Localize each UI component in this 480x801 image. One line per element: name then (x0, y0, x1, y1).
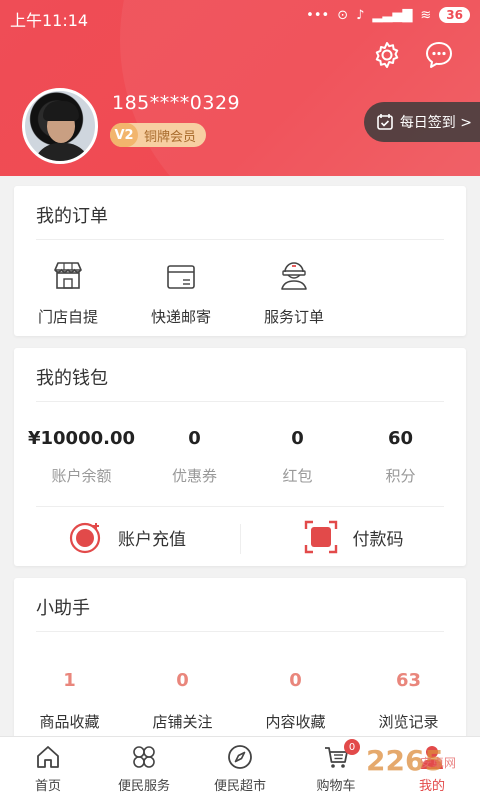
site-watermark-subtext: 安卓网 (420, 756, 457, 770)
service-icon (281, 262, 307, 290)
helper-stat-value: 0 (176, 670, 189, 691)
orders-card: 我的订单 门店自提 快递邮寄 服务订单 (14, 186, 466, 336)
order-item-label: 服务订单 (263, 308, 324, 326)
user-phone: 185****0329 (112, 92, 241, 114)
alarm-icon: ⊙ (337, 7, 349, 23)
cart-badge: 0 (344, 739, 360, 755)
wallet-stat-label: 优惠券 (171, 467, 217, 485)
wallet-title[interactable]: 我的钱包 (36, 364, 108, 390)
helper-card: 小助手 1 商品收藏 0 店铺关注 0 内容收藏 63 浏览记录 (14, 578, 466, 748)
helper-stat-value: 0 (289, 670, 302, 691)
helper-stat-value: 63 (395, 670, 422, 691)
wallet-stat-value: ¥10000.00 (27, 428, 136, 449)
paycode-label: 付款码 (352, 529, 404, 550)
paycode-button[interactable]: 付款码 (240, 508, 466, 566)
package-icon (167, 265, 195, 289)
divider (36, 631, 444, 632)
more-dots-icon: ••• (306, 7, 330, 23)
order-item-pickup[interactable]: 门店自提 (13, 258, 123, 327)
wallet-stat-redpackets[interactable]: 0 红包 (241, 428, 354, 486)
status-icons: ••• ⊙ ♪ ▂▃▅▇ ≋ 36 (306, 7, 470, 23)
wallet-stat-label: 积分 (385, 467, 416, 485)
header-actions (372, 40, 454, 70)
helper-stat-value: 1 (63, 670, 76, 691)
wallet-stat-value: 0 (291, 428, 304, 449)
member-label: 铜牌会员 (144, 129, 197, 145)
tab-label: 便民超市 (213, 779, 266, 794)
grid-icon (133, 746, 155, 768)
mute-icon: ♪ (356, 7, 365, 23)
helper-stat-followed-stores[interactable]: 0 店铺关注 (126, 670, 239, 732)
tab-home[interactable]: 首页 (0, 737, 96, 801)
wallet-actions: 账户充值 付款码 (14, 508, 466, 566)
paycode-icon (304, 520, 337, 554)
helper-stat-label: 内容收藏 (265, 713, 326, 731)
orders-title[interactable]: 我的订单 (36, 202, 108, 228)
avatar[interactable] (22, 88, 98, 164)
calendar-check-icon (377, 114, 393, 130)
message-icon[interactable] (424, 40, 454, 70)
helper-title[interactable]: 小助手 (36, 594, 90, 620)
tab-market[interactable]: 便民超市 (192, 737, 288, 801)
helper-stat-label: 店铺关注 (152, 713, 213, 731)
tab-label: 我的 (418, 779, 445, 794)
status-bar: 上午11:14 ••• ⊙ ♪ ▂▃▅▇ ≋ 36 (0, 0, 480, 34)
tab-label: 首页 (34, 779, 61, 794)
helper-stat-label: 商品收藏 (39, 713, 100, 731)
member-badge[interactable]: V2 铜牌会员 (110, 123, 207, 147)
recharge-label: 账户充值 (118, 529, 186, 550)
tab-label: 购物车 (316, 779, 356, 794)
divider (36, 239, 444, 240)
wallet-card: 我的钱包 ¥10000.00 账户余额 0 优惠券 0 红包 60 积分 账户充… (14, 348, 466, 566)
recharge-button[interactable]: 账户充值 (14, 508, 240, 566)
wallet-stat-label: 账户余额 (51, 467, 112, 485)
wallet-stat-coupons[interactable]: 0 优惠券 (138, 428, 251, 486)
compass-icon (228, 745, 252, 769)
order-item-label: 门店自提 (37, 308, 98, 326)
divider (36, 401, 444, 402)
wallet-stat-value: 60 (387, 428, 414, 449)
gear-icon[interactable] (372, 40, 402, 70)
store-icon (54, 262, 82, 289)
wifi-icon: ≋ (420, 7, 432, 23)
battery-indicator: 36 (439, 7, 470, 23)
helper-stat-favorites[interactable]: 1 商品收藏 (13, 670, 126, 732)
signin-label: 每日签到 > (399, 115, 472, 131)
order-item-label: 快递邮寄 (150, 308, 211, 326)
member-level: V2 (110, 123, 138, 147)
helper-stat-label: 浏览记录 (378, 713, 439, 731)
order-item-express[interactable]: 快递邮寄 (126, 258, 236, 327)
helper-stat-history[interactable]: 63 浏览记录 (352, 670, 465, 732)
order-item-service[interactable]: 服务订单 (239, 258, 349, 327)
helper-stat-content-favorites[interactable]: 0 内容收藏 (239, 670, 352, 732)
recharge-icon (69, 522, 101, 554)
daily-signin-button[interactable]: 每日签到 > (363, 102, 480, 142)
divider (36, 506, 444, 507)
profile-header: 上午11:14 ••• ⊙ ♪ ▂▃▅▇ ≋ 36 185****0329 V2… (0, 0, 480, 176)
wallet-stat-label: 红包 (282, 467, 313, 485)
wallet-stat-value: 0 (188, 428, 201, 449)
signal-icon: ▂▃▅▇ (372, 7, 413, 23)
wallet-stat-balance[interactable]: ¥10000.00 账户余额 (25, 428, 138, 486)
status-time: 上午11:14 (10, 11, 89, 30)
tab-services[interactable]: 便民服务 (96, 737, 192, 801)
wallet-stat-points[interactable]: 60 积分 (344, 428, 457, 486)
home-icon (37, 746, 59, 768)
tab-label: 便民服务 (117, 779, 170, 794)
